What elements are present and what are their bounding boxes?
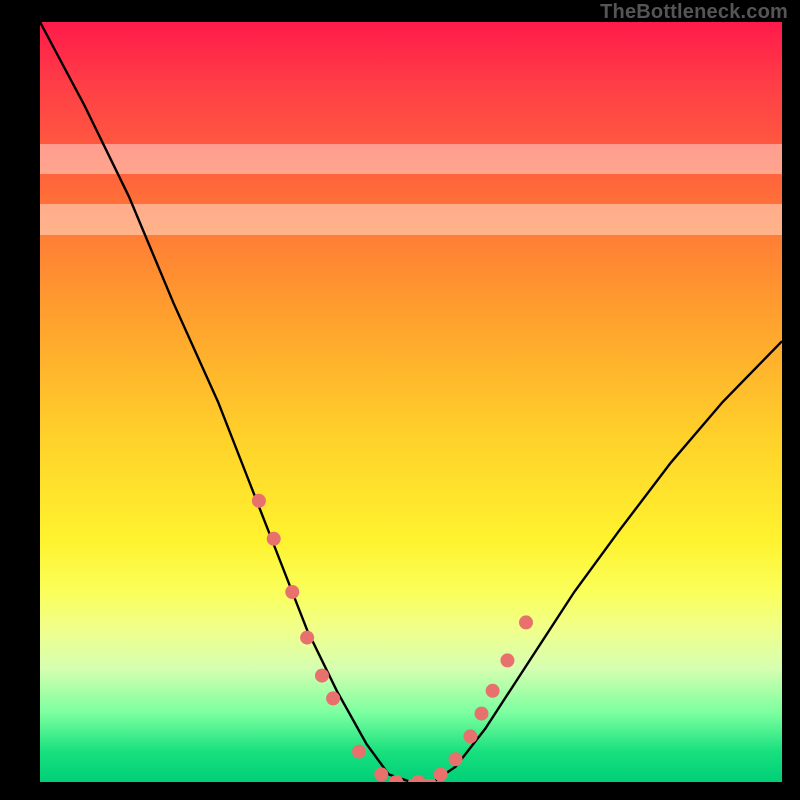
marker-dot [500, 653, 514, 667]
bottleneck-curve [40, 22, 782, 782]
watermark: TheBottleneck.com [600, 1, 788, 24]
marker-dot [411, 775, 425, 782]
marker-dot [486, 684, 500, 698]
marker-dot [300, 631, 314, 645]
marker-dot [267, 532, 281, 546]
marker-dot [315, 669, 329, 683]
marker-dot [252, 494, 266, 508]
marker-group [252, 494, 533, 782]
plot-area [40, 22, 782, 782]
marker-dot [449, 752, 463, 766]
marker-dot [285, 585, 299, 599]
marker-dot [463, 729, 477, 743]
marker-dot [352, 745, 366, 759]
marker-dot [326, 691, 340, 705]
chart-svg [40, 22, 782, 782]
marker-dot [519, 615, 533, 629]
marker-dot [374, 767, 388, 781]
marker-dot [434, 767, 448, 781]
marker-dot [474, 707, 488, 721]
